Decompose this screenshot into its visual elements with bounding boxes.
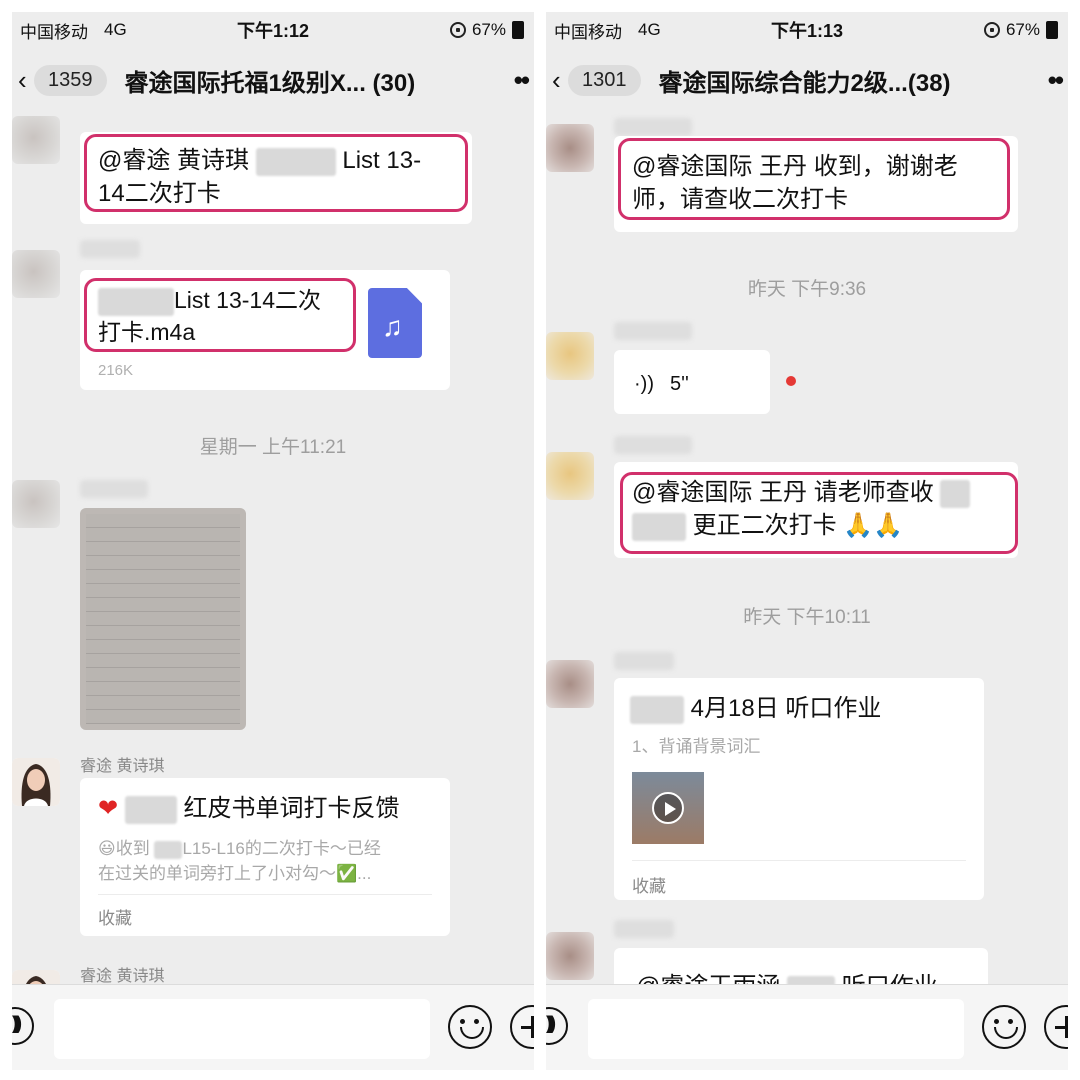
teacher-avatar[interactable] (12, 758, 60, 806)
avatar[interactable] (12, 116, 60, 164)
redacted-name (154, 840, 183, 859)
check-icon: ✅ (336, 864, 358, 883)
status-time: 下午1:12 (236, 21, 310, 41)
lock-icon (449, 22, 466, 38)
redacted-sender (614, 920, 674, 938)
chat-title: 睿途国际综合能力2级...(38) (658, 69, 951, 97)
unread-count-badge[interactable]: 1359 (34, 64, 107, 96)
voice-duration: 5'' (670, 373, 689, 395)
highlight-box (620, 472, 1018, 554)
battery-icon (512, 21, 524, 39)
lock-icon (983, 22, 1000, 38)
highlight-box (84, 278, 356, 352)
emoji-icon[interactable] (982, 1005, 1026, 1049)
play-icon (652, 792, 684, 824)
message-list[interactable]: @睿途国际 王丹 收到，谢谢老 师，请查收二次打卡 昨天 下午9:36 ·)) … (546, 112, 1068, 992)
sender-name: 睿途 黄诗琪 (80, 758, 165, 775)
smile-icon: 😃 (98, 839, 116, 858)
redacted-sender (80, 240, 140, 258)
status-time: 下午1:13 (770, 21, 844, 41)
back-icon[interactable]: ‹ (552, 67, 566, 93)
left-phone-screen: 中国移动 4G 下午1:12 67% ‹ 1359 睿途国际托福1级别X... … (12, 12, 534, 1070)
link-card-message[interactable]: ❤ 红皮书单词打卡反馈 😃收到 L15-L16的二次打卡～已经 在过关的单词旁打… (80, 778, 450, 936)
highlight-box (618, 138, 1010, 220)
plus-icon[interactable] (510, 1005, 534, 1049)
right-phone-screen: 中国移动 4G 下午1:13 67% ‹ 1301 睿途国际综合能力2级...(… (546, 12, 1068, 1070)
redacted-sender (614, 652, 674, 670)
voice-toggle-icon[interactable] (12, 1007, 34, 1045)
timestamp: 星期一 上午11:21 (199, 437, 347, 458)
avatar[interactable] (12, 480, 60, 528)
avatar[interactable] (546, 452, 594, 500)
input-bar (546, 984, 1068, 1070)
carrier-label: 中国移动 (554, 22, 622, 42)
image-message[interactable] (80, 508, 246, 730)
carrier-label: 中国移动 (20, 22, 88, 42)
chat-header: ‹ 1301 睿途国际综合能力2级...(38) •• (546, 48, 1068, 112)
more-icon[interactable]: •• (1048, 65, 1064, 96)
chat-header: ‹ 1359 睿途国际托福1级别X... (30) •• (12, 48, 534, 112)
more-icon[interactable]: •• (514, 65, 530, 96)
card-source: 收藏 (98, 909, 132, 928)
input-bar (12, 984, 534, 1070)
music-file-icon: ♫ (368, 288, 422, 358)
plus-icon[interactable] (1044, 1005, 1068, 1049)
voice-icon: ·)) (634, 373, 654, 395)
avatar[interactable] (546, 124, 594, 172)
redacted-name (630, 695, 684, 724)
voice-message[interactable]: ·)) 5'' (614, 350, 770, 414)
card-source: 收藏 (632, 877, 666, 896)
redacted-sender (80, 480, 148, 498)
battery-icon (1046, 21, 1058, 39)
screenshot-gap (534, 0, 546, 1080)
avatar[interactable] (12, 250, 60, 298)
emoji-icon[interactable] (448, 1005, 492, 1049)
message-list[interactable]: @睿途 黄诗琪 List 13- 14二次打卡 List 13-14二次 打卡.… (12, 112, 534, 992)
link-card-message[interactable]: 4月18日 听口作业 1、背诵背景词汇 收藏 (614, 678, 984, 900)
card-divider (98, 894, 432, 895)
status-bar: 中国移动 4G 下午1:12 67% (12, 12, 534, 48)
network-label: 4G (638, 20, 661, 39)
status-bar: 中国移动 4G 下午1:13 67% (546, 12, 1068, 48)
battery-percent: 67% (1005, 20, 1040, 39)
card-title: ❤ 红皮书单词打卡反馈 (98, 795, 400, 824)
unread-count-badge[interactable]: 1301 (568, 64, 641, 96)
avatar[interactable] (546, 932, 594, 980)
battery-percent: 67% (471, 20, 506, 39)
sender-name: 睿途 黄诗琪 (80, 968, 165, 985)
chat-title: 睿途国际托福1级别X... (30) (124, 69, 416, 97)
unread-dot (786, 376, 796, 386)
file-size: 216K (98, 362, 134, 379)
message-input[interactable] (588, 999, 964, 1059)
network-label: 4G (104, 20, 127, 39)
card-title: 4月18日 听口作业 (630, 692, 881, 725)
video-thumbnail (632, 772, 704, 844)
highlight-box (84, 134, 468, 212)
notebook-photo (86, 514, 240, 724)
voice-toggle-icon[interactable] (546, 1007, 568, 1045)
heart-icon: ❤ (98, 795, 119, 822)
redacted-sender (614, 322, 692, 340)
redacted-sender (614, 118, 692, 136)
card-divider (632, 860, 966, 861)
avatar[interactable] (546, 332, 594, 380)
card-description: 😃收到 L15-L16的二次打卡～已经 在过关的单词旁打上了小对勾～✅... (98, 839, 381, 883)
redacted-sender (614, 436, 692, 454)
card-description: 1、背诵背景词汇 (632, 737, 761, 756)
timestamp: 昨天 下午9:36 (747, 279, 867, 300)
message-input[interactable] (54, 999, 430, 1059)
timestamp: 昨天 下午10:11 (743, 607, 871, 628)
redacted-name (124, 795, 177, 824)
back-icon[interactable]: ‹ (18, 67, 32, 93)
avatar[interactable] (546, 660, 594, 708)
